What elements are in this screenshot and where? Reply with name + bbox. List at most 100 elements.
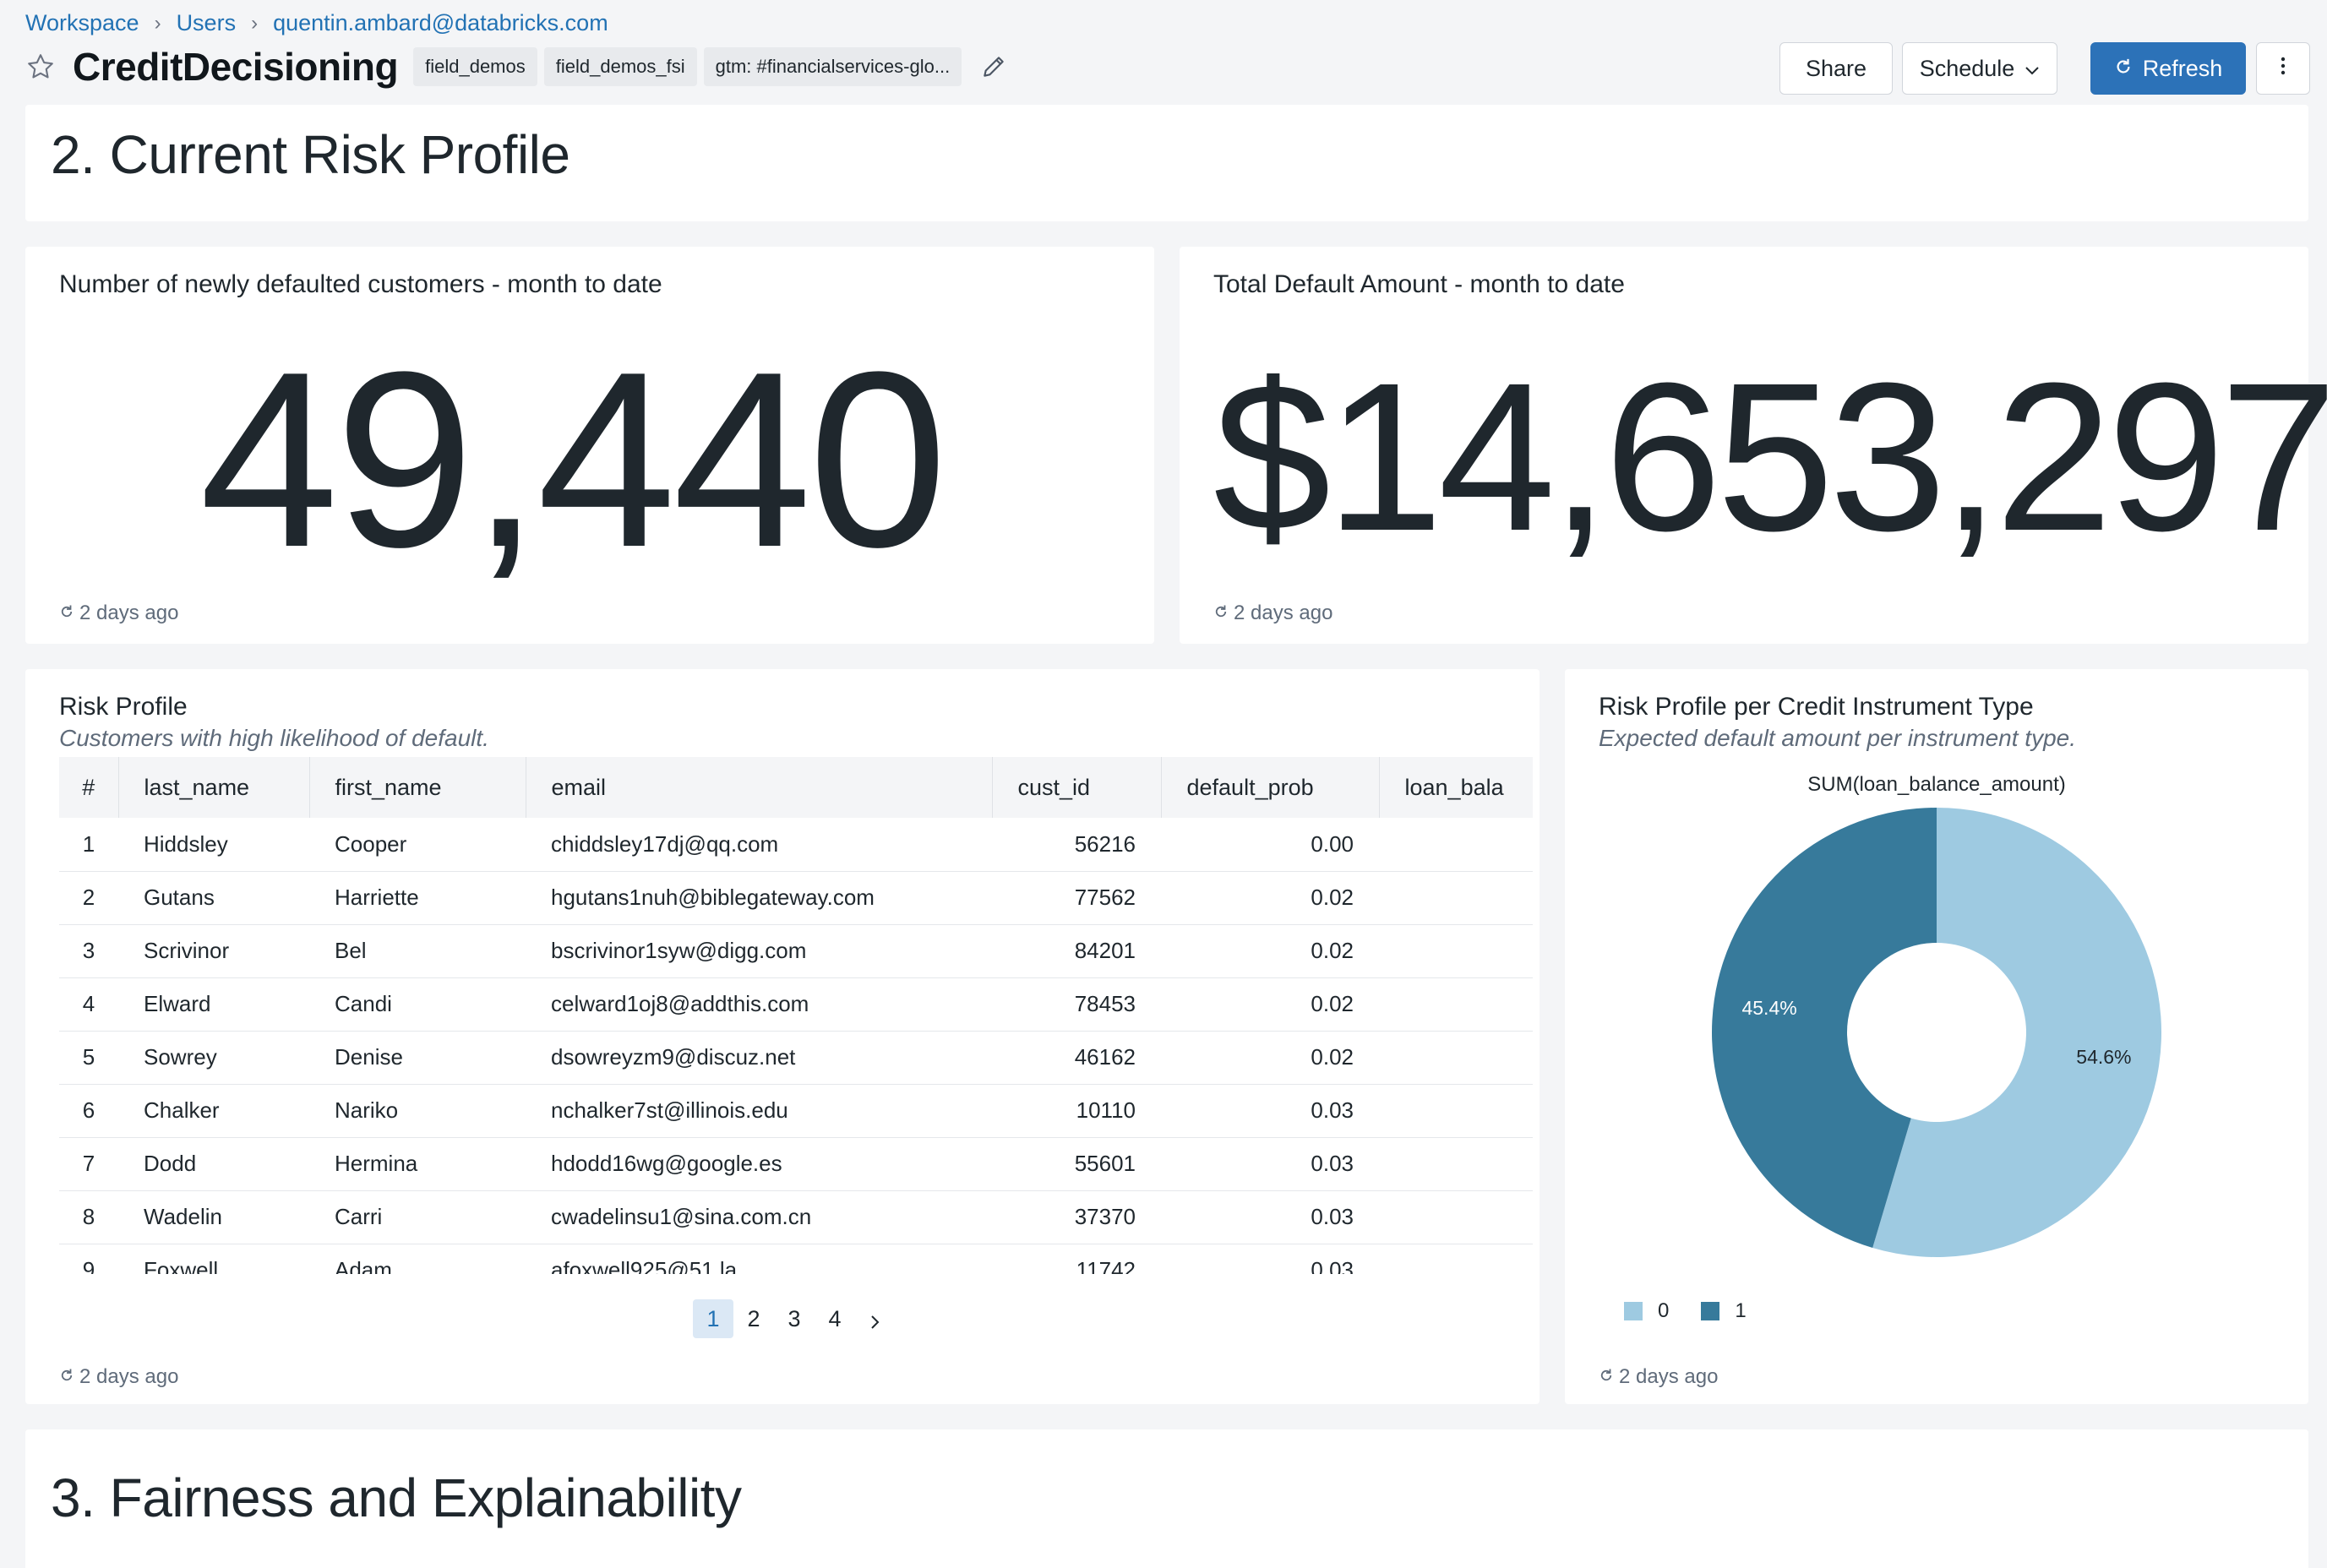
table-row[interactable]: 3 Scrivinor Bel bscrivinor1syw@digg.com 8420…: [59, 924, 1533, 978]
tag[interactable]: gtm: #financialservices-glo...: [703, 47, 962, 86]
cell-default-prob: 0.00: [1161, 818, 1379, 872]
counter-widget-amount: Total Default Amount - month to date $14…: [1180, 247, 2327, 644]
risk-by-instrument-chart-widget: Risk Profile per Credit Instrument Type …: [1565, 669, 2308, 1404]
pagination: 1234: [693, 1296, 896, 1342]
chart-title: SUM(loan_balance_amount): [1807, 773, 2066, 796]
last-updated: 2 days ago: [59, 1365, 178, 1389]
chevron-right-icon: ›: [154, 11, 161, 35]
cell-first-name: Nariko: [309, 1084, 526, 1138]
column-header[interactable]: cust_id: [991, 757, 1161, 818]
cell-cust-id: 56216: [992, 818, 1161, 872]
cell-email: celward1oj8@addthis.com: [526, 977, 992, 1032]
cell-loan-balance: [1379, 1137, 1533, 1191]
table-header-row: # last_name first_name email cust_id def…: [59, 757, 1533, 818]
cell-default-prob: 0.03: [1161, 1190, 1379, 1244]
tag[interactable]: field_demos_fsi: [543, 47, 697, 86]
cell-last-name: Hiddsley: [118, 818, 309, 872]
chevron-right-icon[interactable]: [855, 1303, 896, 1342]
column-header[interactable]: #: [59, 757, 118, 818]
share-label: Share: [1805, 55, 1867, 81]
widget-title: Total Default Amount - month to date: [1213, 270, 1625, 298]
cell-first-name: Hermina: [309, 1137, 526, 1191]
row-number: 2: [59, 871, 118, 925]
table-row[interactable]: 2 Gutans Harriette hgutans1nuh@biblegateway…: [59, 871, 1533, 925]
table-row[interactable]: 1 Hiddsley Cooper chiddsley17dj@qq.com 56216…: [59, 818, 1533, 872]
slice-label: 54.6%: [2076, 1046, 2131, 1068]
cell-cust-id: 10110: [992, 1084, 1161, 1138]
breadcrumb: Workspace › Users › quentin.ambard@datab…: [25, 10, 608, 36]
cell-first-name: Harriette: [309, 871, 526, 925]
cell-email: hgutans1nuh@biblegateway.com: [526, 871, 992, 925]
column-header[interactable]: last_name: [117, 757, 309, 818]
page-title: CreditDecisioning: [73, 45, 399, 89]
row-number: 8: [59, 1190, 118, 1244]
widget-title: Number of newly defaulted customers - mo…: [59, 270, 662, 298]
breadcrumb-workspace[interactable]: Workspace: [25, 10, 139, 36]
refresh-icon: [1213, 602, 1229, 625]
row-number: 5: [59, 1031, 118, 1085]
cell-first-name: Candi: [309, 977, 526, 1032]
pencil-icon[interactable]: [978, 52, 1009, 82]
cell-cust-id: 84201: [992, 924, 1161, 978]
cell-loan-balance: [1379, 1244, 1533, 1274]
row-number: 1: [59, 818, 118, 872]
breadcrumb-users[interactable]: Users: [177, 10, 237, 36]
refresh-button[interactable]: Refresh: [2090, 42, 2246, 95]
cell-email: chiddsley17dj@qq.com: [526, 818, 992, 872]
cell-last-name: Dodd: [118, 1137, 309, 1191]
refresh-label: Refresh: [2142, 55, 2223, 81]
cell-cust-id: 77562: [992, 871, 1161, 925]
table-row[interactable]: 9 Foxwell Adam afoxwell925@51.la 11742 0.03: [59, 1244, 1533, 1274]
title-row: CreditDecisioning field_demos field_demo…: [24, 44, 1009, 90]
tag[interactable]: field_demos: [413, 47, 537, 86]
page-link[interactable]: 2: [733, 1299, 774, 1338]
schedule-button[interactable]: Schedule: [1902, 42, 2057, 95]
column-header[interactable]: default_prob: [1160, 757, 1379, 818]
legend-label[interactable]: 1: [1735, 1299, 1746, 1323]
share-button[interactable]: Share: [1779, 42, 1893, 95]
section-header-panel: 3. Fairness and Explainability: [25, 1429, 2308, 1568]
widget-title: Risk Profile: [59, 693, 188, 721]
column-header[interactable]: first_name: [308, 757, 526, 818]
page-link[interactable]: 4: [815, 1299, 855, 1338]
cell-loan-balance: [1379, 1031, 1533, 1085]
more-options-button[interactable]: [2256, 42, 2310, 95]
column-header[interactable]: email: [525, 757, 992, 818]
cell-last-name: Foxwell: [118, 1244, 309, 1274]
counter-widget-customers: Number of newly defaulted customers - mo…: [25, 247, 1154, 644]
legend-label[interactable]: 0: [1658, 1299, 1669, 1323]
risk-profile-table: # last_name first_name email cust_id def…: [59, 757, 1533, 1274]
page-link[interactable]: 3: [774, 1299, 815, 1338]
table-row[interactable]: 5 Sowrey Denise dsowreyzm9@discuz.net 46162 0…: [59, 1031, 1533, 1085]
section-title: 2. Current Risk Profile: [51, 124, 570, 185]
table-row[interactable]: 8 Wadelin Carri cwadelinsu1@sina.com.cn 3737…: [59, 1190, 1533, 1244]
cell-last-name: Chalker: [118, 1084, 309, 1138]
table-row[interactable]: 6 Chalker Nariko nchalker7st@illinois.edu 10…: [59, 1084, 1533, 1138]
schedule-label: Schedule: [1919, 55, 2015, 81]
last-updated-text: 2 days ago: [79, 602, 179, 624]
table-row[interactable]: 4 Elward Candi celward1oj8@addthis.com 78453…: [59, 977, 1533, 1032]
column-header[interactable]: loan_bala: [1378, 757, 1533, 818]
donut-chart[interactable]: SUM(loan_balance_amount) 54.6% 45.4%: [1565, 754, 2308, 1362]
cell-default-prob: 0.03: [1161, 1244, 1379, 1274]
breadcrumb-user-folder[interactable]: quentin.ambard@databricks.com: [273, 10, 608, 36]
cell-loan-balance: [1379, 924, 1533, 978]
cell-first-name: Bel: [309, 924, 526, 978]
star-icon[interactable]: [24, 50, 57, 84]
cell-email: cwadelinsu1@sina.com.cn: [526, 1190, 992, 1244]
last-updated-text: 2 days ago: [1234, 602, 1333, 624]
cell-last-name: Wadelin: [118, 1190, 309, 1244]
kebab-icon: [2281, 56, 2286, 82]
cell-loan-balance: [1379, 977, 1533, 1032]
cell-cust-id: 11742: [992, 1244, 1161, 1274]
cell-loan-balance: [1379, 818, 1533, 872]
counter-value: $14,653,297: [1213, 339, 2327, 574]
table-row[interactable]: 7 Dodd Hermina hdodd16wg@google.es 55601 0.03: [59, 1137, 1533, 1191]
table-scroll-area[interactable]: # last_name first_name email cust_id def…: [59, 757, 1533, 1274]
refresh-icon: [2114, 56, 2133, 82]
chevron-right-icon: ›: [251, 11, 259, 35]
slice-label: 45.4%: [1741, 997, 1796, 1019]
legend-swatch: [1701, 1302, 1720, 1320]
refresh-icon: [59, 1365, 74, 1389]
page-link[interactable]: 1: [693, 1299, 733, 1338]
